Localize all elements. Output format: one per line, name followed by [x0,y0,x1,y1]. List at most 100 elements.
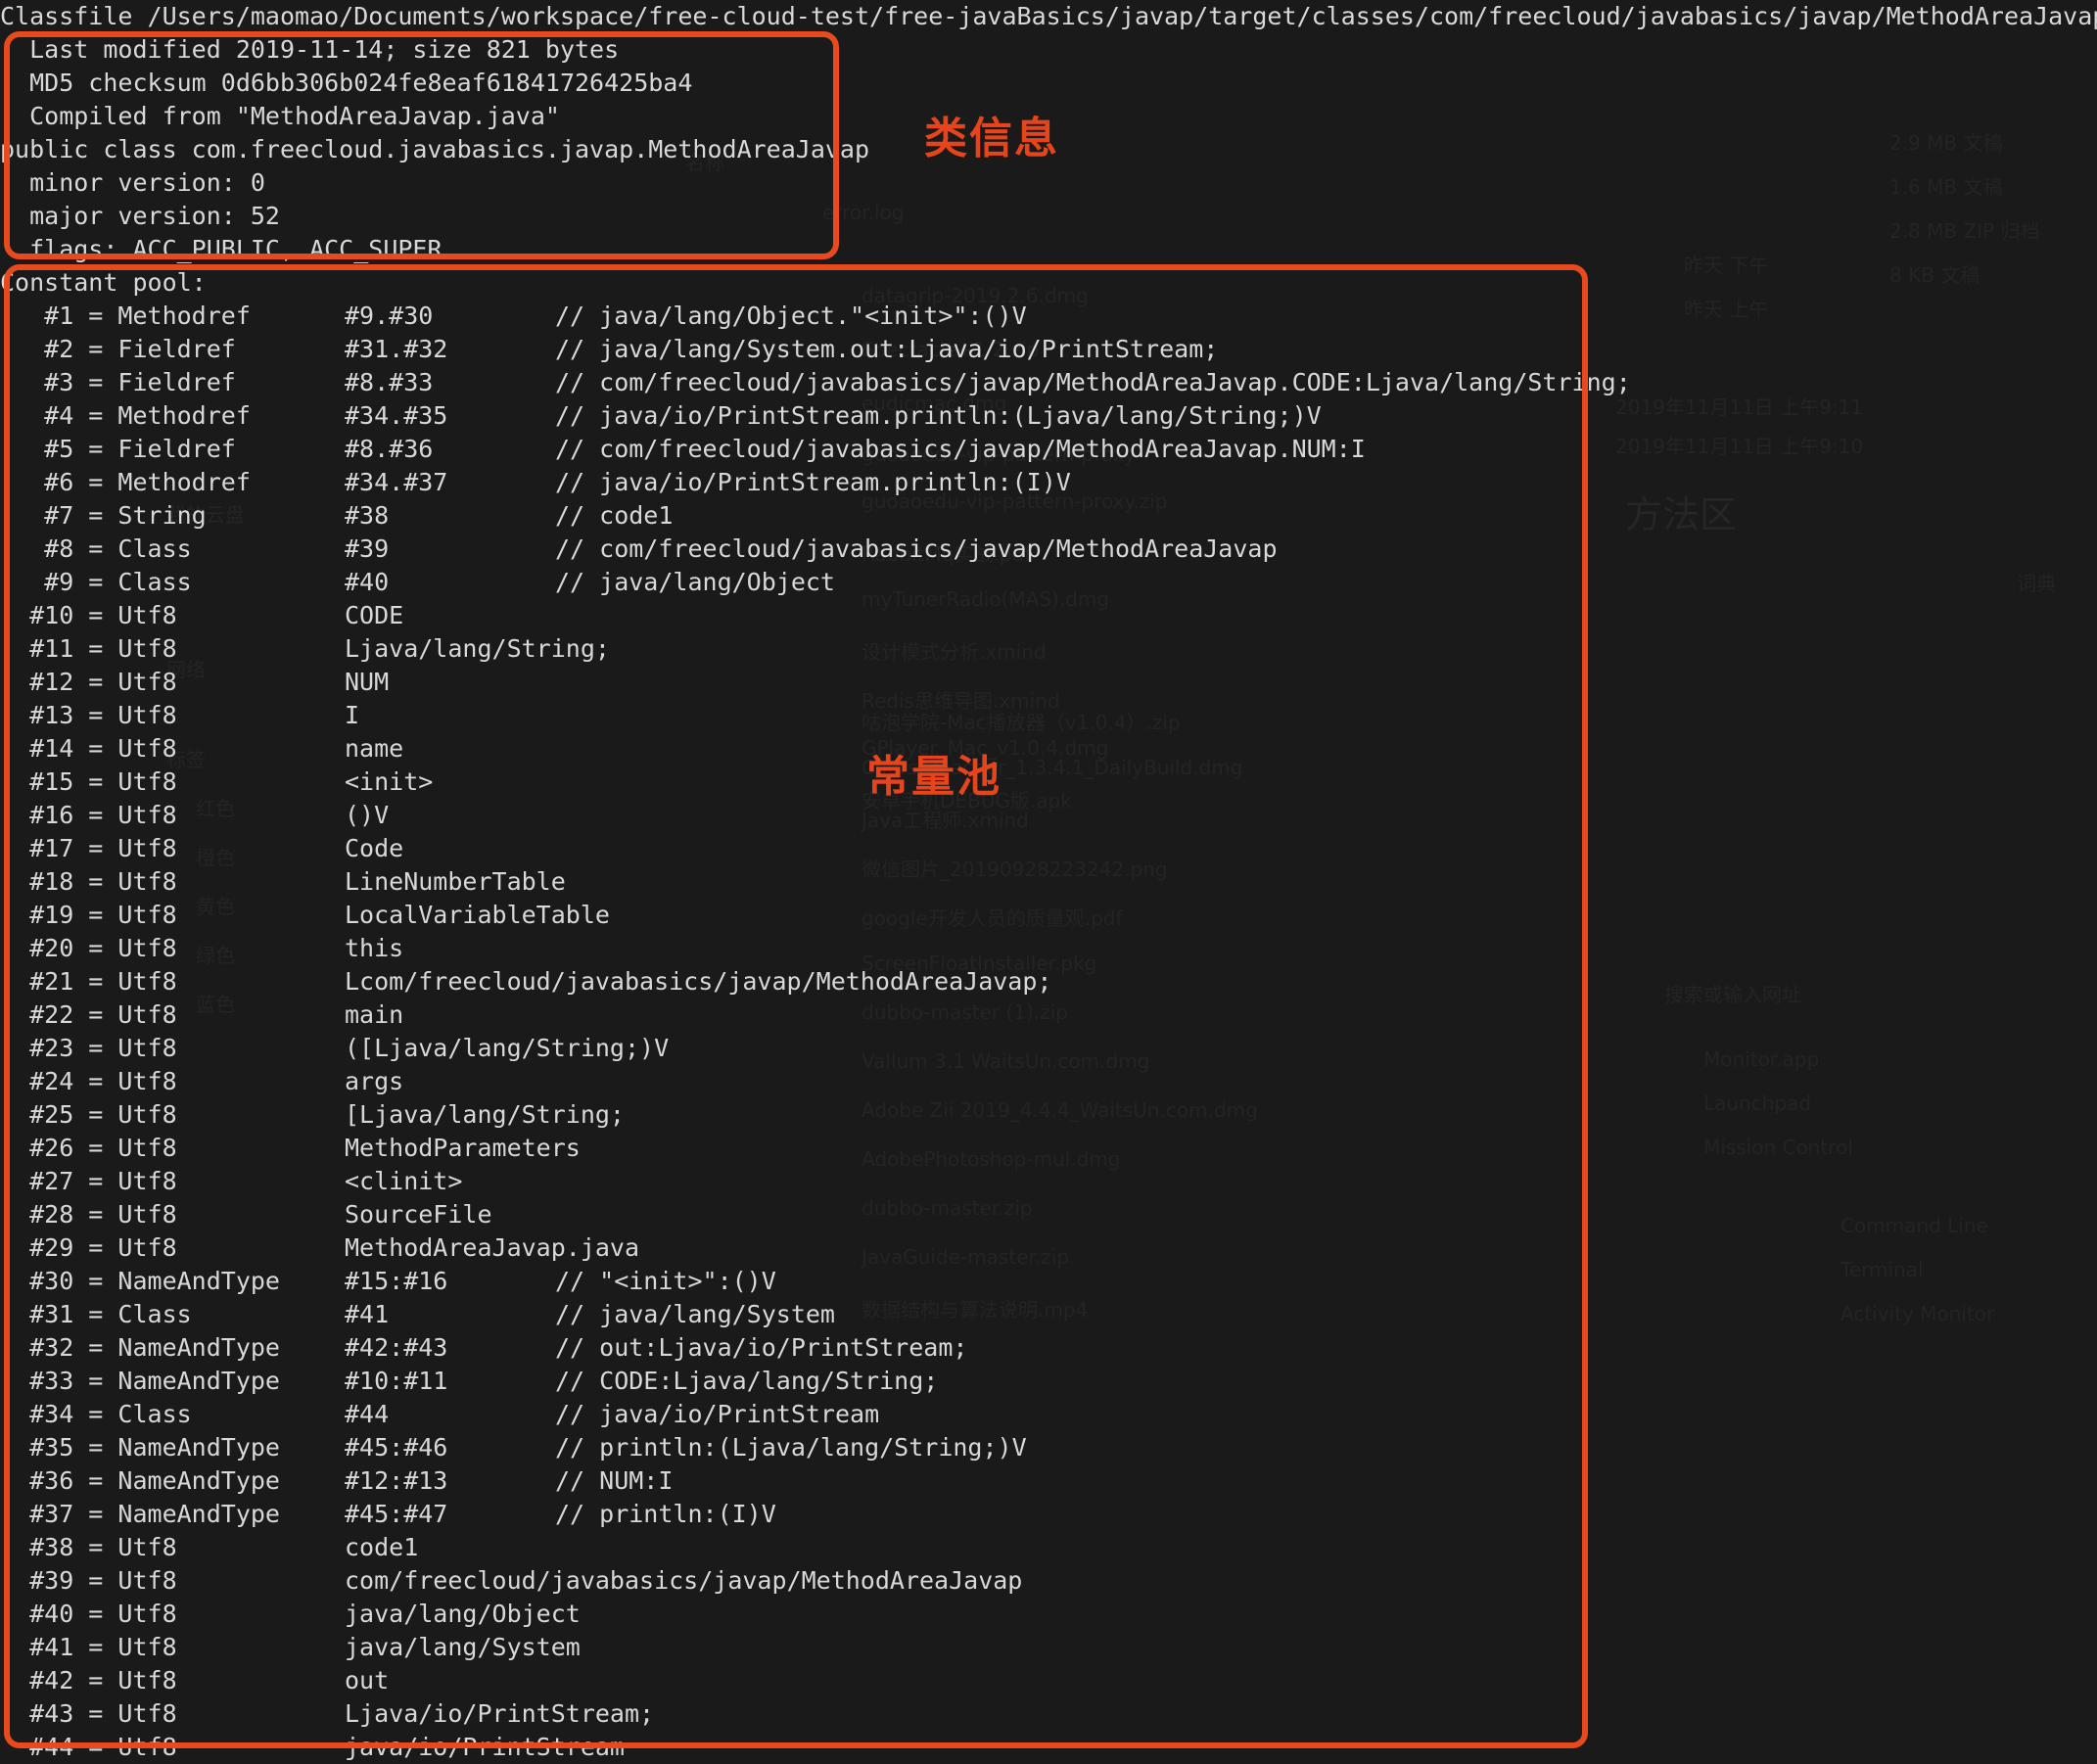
constant-pool-index: #29 = Utf8 [0,1233,177,1262]
constant-pool-value: #9.#30 [345,302,434,330]
constant-pool-entry: #6 = Methodref #34.#37 // java/io/PrintStr… [0,466,2097,499]
constant-pool-index: #3 = Fieldref [0,368,236,396]
constant-pool-value: #31.#32 [345,335,448,363]
constant-pool-comment: // code1 [555,501,674,530]
constant-pool-comment: // java/lang/Object."<init>":()V [555,302,1027,330]
constant-pool-index: #19 = Utf8 [0,901,177,929]
constant-pool-value: MethodAreaJavap.java [345,1233,640,1262]
constant-pool-comment: // com/freecloud/javabasics/javap/Method… [555,368,1631,396]
constant-pool-entry: #4 = Methodref #34.#35 // java/io/PrintStr… [0,399,2097,433]
class-info-line: major version: 52 [0,202,280,230]
constant-pool-value: java/lang/System [345,1633,581,1661]
terminal-output: Classfile /Users/maomao/Documents/worksp… [0,0,2097,1761]
constant-pool-value: CODE [345,601,404,629]
constant-pool-comment: // java/lang/System [555,1300,835,1328]
constant-pool-comment: // java/lang/System.out:Ljava/io/PrintSt… [555,335,1219,363]
constant-pool-index: #22 = Utf8 [0,1000,177,1029]
constant-pool-value: NUM [345,668,390,696]
class-info-line: MD5 checksum 0d6bb306b024fe8eaf618417264… [0,69,693,97]
constant-pool-entry: #17 = Utf8 Code [0,832,2097,865]
constant-pool-value: <clinit> [345,1167,463,1195]
constant-pool-index: #15 = Utf8 [0,767,177,796]
constant-pool-value: #38 [345,501,390,530]
constant-pool-index: #42 = Utf8 [0,1666,177,1694]
constant-pool-comment: // com/freecloud/javabasics/javap/Method… [555,435,1366,463]
constant-pool-entry: #15 = Utf8 <init> [0,766,2097,799]
constant-pool-entry: #3 = Fieldref #8.#33 // com/freecloud/java… [0,366,2097,399]
classfile-path-line: Classfile /Users/maomao/Documents/worksp… [0,2,2097,30]
constant-pool-entry: #42 = Utf8 out [0,1664,2097,1697]
constant-pool-entry: #8 = Class #39 // com/freecloud/javabasics… [0,533,2097,566]
constant-pool-value: #45:#47 [345,1500,448,1528]
constant-pool-index: #35 = NameAndType [0,1433,280,1462]
constant-pool-value: #34.#37 [345,468,448,496]
constant-pool-index: #43 = Utf8 [0,1699,177,1728]
constant-pool-index: #25 = Utf8 [0,1100,177,1129]
constant-pool-index: #39 = Utf8 [0,1566,177,1595]
constant-pool-value: java/lang/Object [345,1600,581,1628]
constant-pool-value: #8.#33 [345,368,434,396]
constant-pool-index: #30 = NameAndType [0,1267,280,1295]
constant-pool-entry: #40 = Utf8 java/lang/Object [0,1598,2097,1631]
constant-pool-value: ([Ljava/lang/String;)V [345,1034,670,1062]
constant-pool-value: SourceFile [345,1200,492,1229]
constant-pool-value: #15:#16 [345,1267,448,1295]
constant-pool-value: this [345,934,404,962]
constant-pool-entry: #5 = Fieldref #8.#36 // com/freecloud/java… [0,433,2097,466]
constant-pool-value: Lcom/freecloud/javabasics/javap/MethodAr… [345,967,1052,996]
constant-pool-comment: // com/freecloud/javabasics/javap/Method… [555,534,1278,563]
constant-pool-entry: #11 = Utf8 Ljava/lang/String; [0,632,2097,666]
constant-pool-value: LocalVariableTable [345,901,610,929]
constant-pool-comment: // java/io/PrintStream [555,1400,880,1428]
class-info-line: minor version: 0 [0,168,265,197]
constant-pool-index: #17 = Utf8 [0,834,177,862]
constant-pool-index: #2 = Fieldref [0,335,236,363]
constant-pool-index: #13 = Utf8 [0,701,177,729]
constant-pool-value: #39 [345,534,390,563]
constant-pool-value: <init> [345,767,434,796]
constant-pool-entry: #16 = Utf8 ()V [0,799,2097,832]
constant-pool-value: out [345,1666,390,1694]
constant-pool-index: #18 = Utf8 [0,867,177,896]
constant-pool-entry: #23 = Utf8 ([Ljava/lang/String;)V [0,1032,2097,1065]
constant-pool-index: #44 = Utf8 [0,1733,177,1761]
constant-pool-index: #6 = Methodref [0,468,251,496]
constant-pool-value: MethodParameters [345,1134,581,1162]
constant-pool-index: #37 = NameAndType [0,1500,280,1528]
constant-pool-block: #1 = Methodref #9.#30 // java/lang/Object.… [0,300,2097,1764]
constant-pool-entry: #14 = Utf8 name [0,732,2097,766]
class-info-line: Last modified 2019-11-14; size 821 bytes [0,35,620,64]
constant-pool-index: #36 = NameAndType [0,1466,280,1495]
constant-pool-index: #4 = Methodref [0,401,251,430]
constant-pool-entry: #24 = Utf8 args [0,1065,2097,1098]
constant-pool-comment: // CODE:Ljava/lang/String; [555,1367,939,1395]
constant-pool-index: #33 = NameAndType [0,1367,280,1395]
constant-pool-index: #27 = Utf8 [0,1167,177,1195]
constant-pool-value: LineNumberTable [345,867,566,896]
constant-pool-value: ()V [345,801,390,829]
constant-pool-index: #10 = Utf8 [0,601,177,629]
constant-pool-comment: // println:(I)V [555,1500,776,1528]
constant-pool-value: #44 [345,1400,390,1428]
constant-pool-index: #32 = NameAndType [0,1333,280,1362]
constant-pool-entry: #19 = Utf8 LocalVariableTable [0,899,2097,932]
constant-pool-header: Constant pool: [0,268,207,297]
constant-pool-index: #8 = Class [0,534,192,563]
constant-pool-index: #21 = Utf8 [0,967,177,996]
constant-pool-entry: #43 = Utf8 Ljava/io/PrintStream; [0,1697,2097,1731]
constant-pool-value: #10:#11 [345,1367,448,1395]
constant-pool-index: #9 = Class [0,568,192,596]
constant-pool-index: #14 = Utf8 [0,734,177,763]
constant-pool-value: Code [345,834,404,862]
constant-pool-value: I [345,701,360,729]
constant-pool-entry: #1 = Methodref #9.#30 // java/lang/Object.… [0,300,2097,333]
constant-pool-value: args [345,1067,404,1095]
constant-pool-index: #31 = Class [0,1300,192,1328]
constant-pool-value: #45:#46 [345,1433,448,1462]
constant-pool-entry: #10 = Utf8 CODE [0,599,2097,632]
constant-pool-entry: #25 = Utf8 [Ljava/lang/String; [0,1098,2097,1132]
constant-pool-index: #23 = Utf8 [0,1034,177,1062]
constant-pool-entry: #38 = Utf8 code1 [0,1531,2097,1564]
constant-pool-annotation-label: 常量池 [866,752,1002,802]
constant-pool-value: java/io/PrintStream [345,1733,625,1761]
